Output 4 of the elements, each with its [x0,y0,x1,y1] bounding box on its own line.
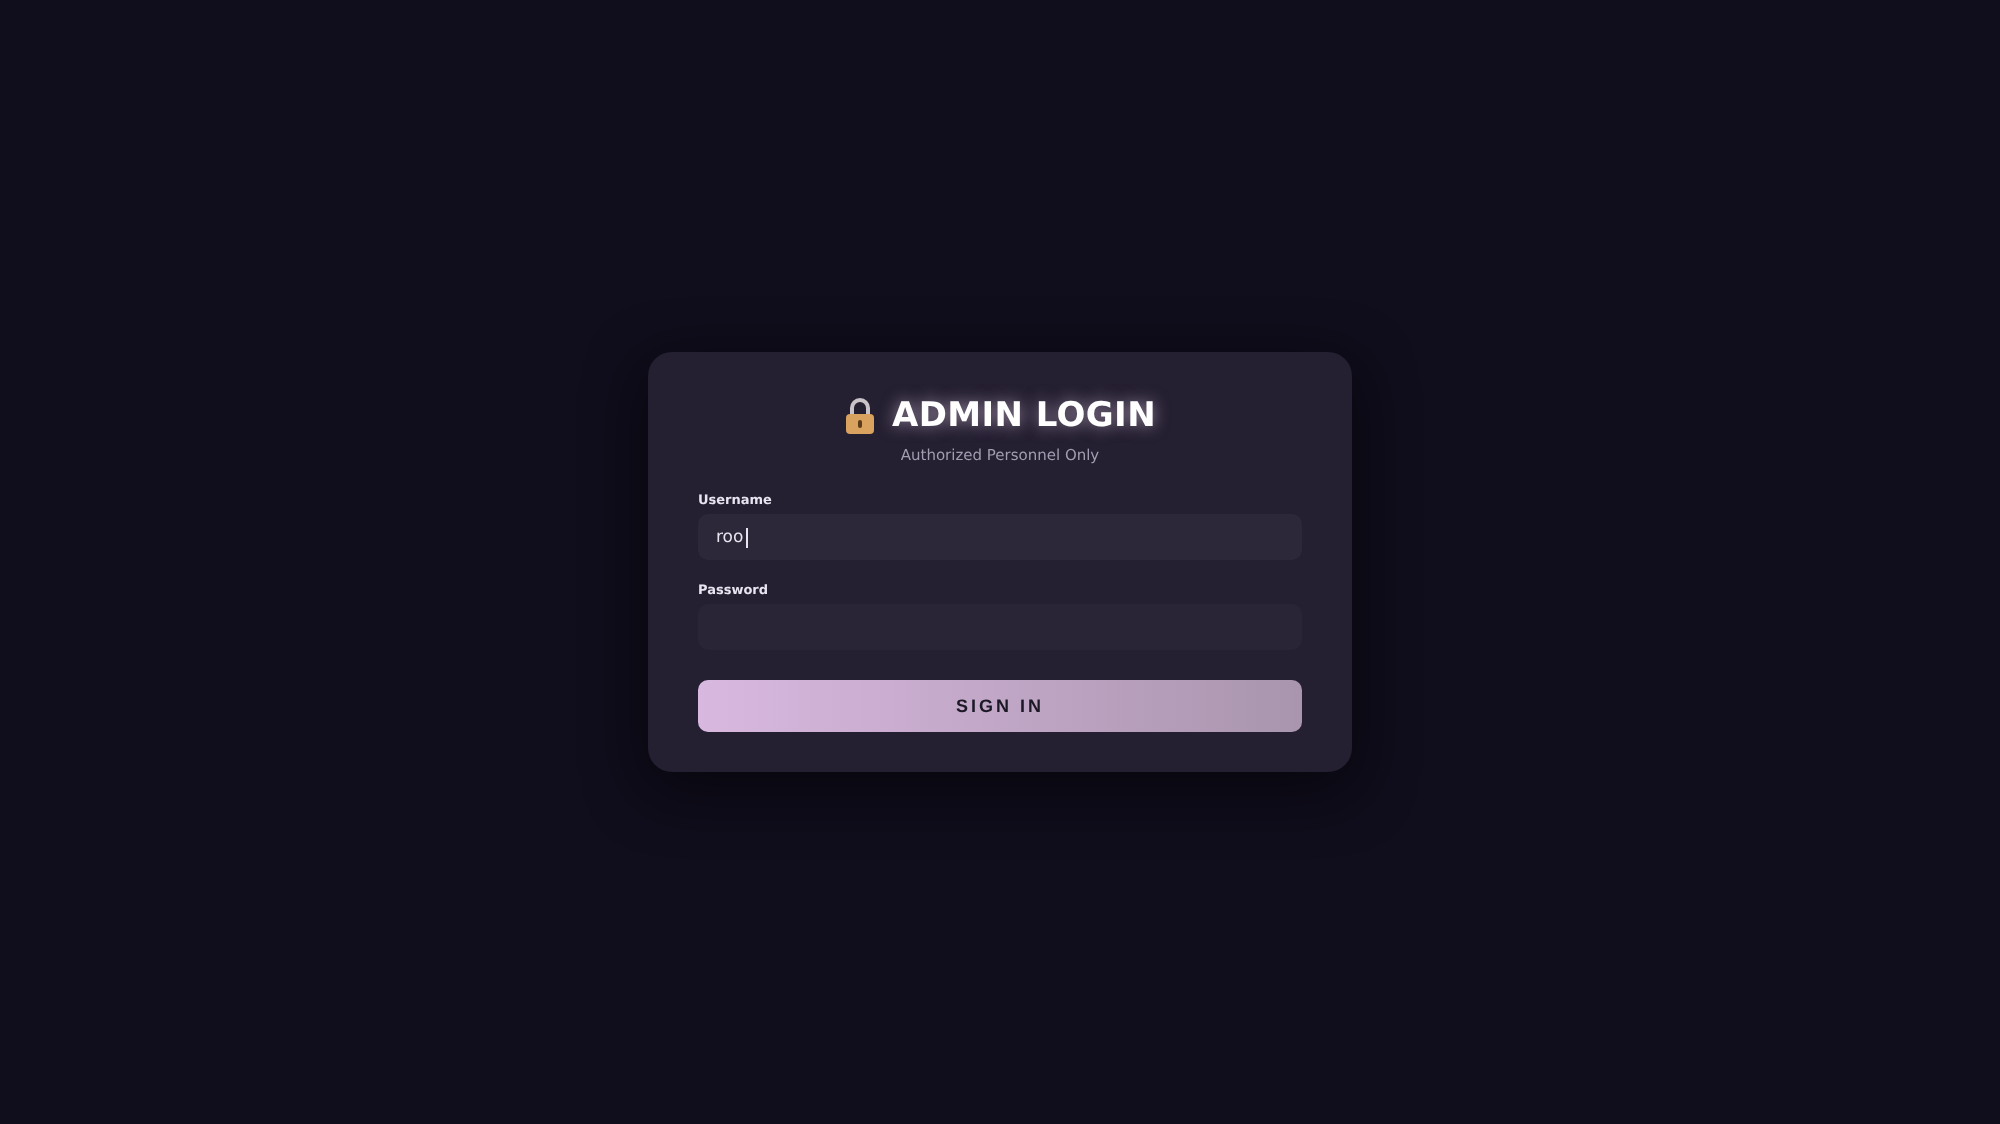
padlock-icon [843,398,876,434]
input-field[interactable]: roo [698,514,1302,560]
login-title: ADMIN LOGIN [891,396,1157,436]
sign-in-button[interactable]: SIGN IN [698,680,1302,732]
